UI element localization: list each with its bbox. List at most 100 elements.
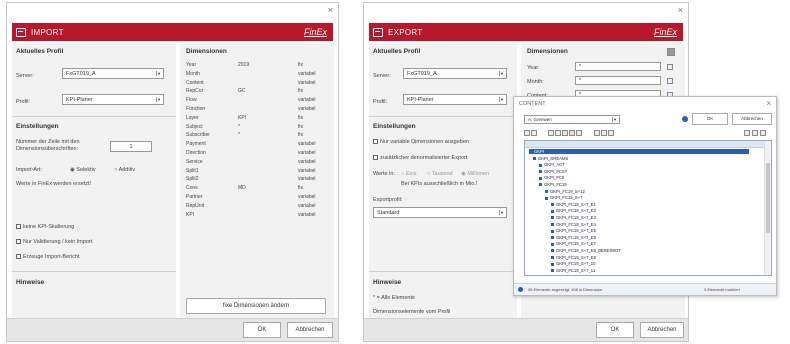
profil-select[interactable]: KPI-Planer ▼ [62,94,164,105]
tree-item-label: GKPI_FC0 [544,175,565,181]
dimension-name: Year [186,62,197,68]
search-icon[interactable] [667,78,673,84]
tree-item[interactable]: GKPI_FC19_S+7_E4 [551,222,596,227]
bericht-checkbox[interactable]: Erzeuge Import-Bericht [16,254,80,260]
tree-item-label: GKPI_FC19_S+7_E4 [556,221,596,227]
tausend-label: Tausend [431,171,453,177]
arrow-right-icon[interactable] [601,130,607,136]
tree-item[interactable]: GKPI_FC19_S+7_E1 [551,202,596,207]
select-all-icon[interactable] [548,130,554,136]
invert-icon[interactable] [576,130,582,136]
dimension-mode: fix [298,132,303,139]
eins-label: Eins [405,171,417,177]
dimension-mode: fix [298,185,303,192]
dimension-mode: fix [298,88,303,95]
info-icon[interactable] [682,116,688,122]
year-input[interactable]: * [575,62,661,71]
fixe-dimensionen-button[interactable]: fixe Dimensionen ändern [186,298,326,314]
tree-scrollbar[interactable] [764,141,771,275]
dimension-mode: variabel [298,97,316,104]
close-icon[interactable]: × [766,99,771,108]
millionen-radio[interactable]: ◉ Millionen [461,171,489,177]
tree-item[interactable]: GKPI_FC0 [539,175,564,180]
tree-item[interactable]: GKPI_FC19_S+7_11 [551,268,595,273]
abbrechen-button[interactable]: Abbrechen [732,113,772,125]
nur-variable-label: Nur variable Dimensionen ausgeben [380,139,469,145]
dimension-mode: variabel [298,202,316,209]
tree-item[interactable]: GKPI_FC19_S+7_10 [551,261,595,266]
dialog-footer: OK Abbrechen [364,318,688,341]
close-icon[interactable]: × [328,5,333,15]
profil-label: Profil: [373,99,388,105]
search-icon[interactable] [667,64,673,70]
tausend-radio[interactable]: ○ Tausend [427,171,453,177]
abbrechen-button[interactable]: Abbrechen [287,322,333,338]
dimension-row: Payment variabel [186,141,326,149]
tree-item[interactable]: GKPI_FC19_S+7_E8_BEREINIGT [551,248,621,253]
element-tree[interactable]: GKPI GKPI_DREAMS GKPI_ACT GKPI_FCST GKPI_FC0… [524,140,772,276]
dimension-mode: variabel [298,79,316,86]
refresh-icon[interactable] [608,130,614,136]
validierung-checkbox[interactable]: Nur Validierung / kein Import [16,239,92,245]
server-select[interactable]: FxGT019_A ▼ [62,68,164,79]
element-node-icon [551,262,554,266]
scroll-thumb[interactable] [766,163,770,233]
additiv-radio[interactable]: ○ Additiv [114,167,135,173]
exportprofil-select[interactable]: Standard ▼ [373,207,507,218]
view-list-icon[interactable] [744,130,750,136]
tree-item[interactable]: GKPI_FC19_S+7_E6 [551,235,596,240]
month-input[interactable]: * [575,76,661,85]
tree-item[interactable]: GKPI_FC19_S+7_E7 [551,241,596,246]
profil-label: Profil: [16,99,31,105]
tree-item[interactable]: GKPI [529,149,749,154]
nur-variable-checkbox[interactable]: Nur variable Dimensionen ausgeben [373,139,469,145]
kpi-skalierung-checkbox[interactable]: keine KPI-Skalierung [16,224,74,230]
tree-list: GKPI GKPI_DREAMS GKPI_ACT GKPI_FCST GKPI_FC0… [525,149,763,275]
profil-select[interactable]: KPI-Planer ▼ [403,94,507,105]
dimension-row: Direction variabel [186,150,326,158]
ok-button[interactable]: OK [243,322,281,338]
close-icon[interactable]: × [678,5,683,15]
dimension-row: Flow variabel [186,97,326,105]
tree-item[interactable]: GKPI_FC19_S+7_E9 [551,255,596,260]
tree-item[interactable]: GKPI_DREAMS [533,156,568,161]
collapse-icon[interactable] [531,130,537,136]
tree-item[interactable]: GKPI_ACT [539,162,565,167]
month-label: Month: [527,79,544,85]
server-select[interactable]: FxGT019_A ▼ [403,68,507,79]
list-icon[interactable] [667,48,675,56]
tree-item[interactable]: GKPI_FC19_S+12 [545,189,585,194]
dimension-filter-select[interactable]: A: Grenwen ▼ [524,115,620,124]
expand-icon[interactable] [524,130,530,136]
arrow-left-icon[interactable] [594,130,600,136]
view-tree-icon[interactable] [752,130,758,136]
tree-item[interactable]: GKPI_FC19 [539,182,567,187]
dimension-row: Split2 variabel [186,176,326,184]
tree-item[interactable]: GKPI_FCST [539,169,567,174]
tree-item[interactable]: GKPI_FC19_S+7_E5 [551,228,596,233]
dimensionen-panel: Dimensionen Year 2019 fix Month variabel Cont… [180,43,334,319]
denorm-checkbox[interactable]: zusätzlicher denormalisierter Export [373,155,467,161]
eins-radio[interactable]: ○ Eins [401,171,417,177]
dimension-row: Split1 variabel [186,168,326,176]
nummer-input[interactable]: 1 [110,141,152,152]
select-children-icon[interactable] [555,130,561,136]
dimension-name: Subject [186,123,203,130]
tree-item[interactable]: GKPI_FC19_S+7_E3 [551,215,596,220]
uncheck-icon[interactable] [569,130,575,136]
ok-button[interactable]: OK [692,113,728,125]
element-node-icon [551,209,554,213]
element-node-icon [539,163,542,167]
view-flat-icon[interactable] [760,130,766,136]
ok-button[interactable]: OK [596,322,634,338]
selektiv-radio[interactable]: ◉ Selektiv [70,167,96,173]
tree-item[interactable]: GKPI_FC19_S+7_E2 [551,208,596,213]
dimension-mode: variabel [298,167,316,174]
dimension-mode: variabel [298,150,316,156]
nummer-value: 1 [129,144,133,150]
tree-item[interactable]: GKPI_FC19_S+7 [545,195,582,200]
check-icon[interactable] [562,130,568,136]
abbrechen-button[interactable]: Abbrechen [640,322,684,338]
nummer-label: Nummer der Zeile mit den Dimensionsübers… [16,139,80,152]
dimension-mode: fix [298,114,303,121]
